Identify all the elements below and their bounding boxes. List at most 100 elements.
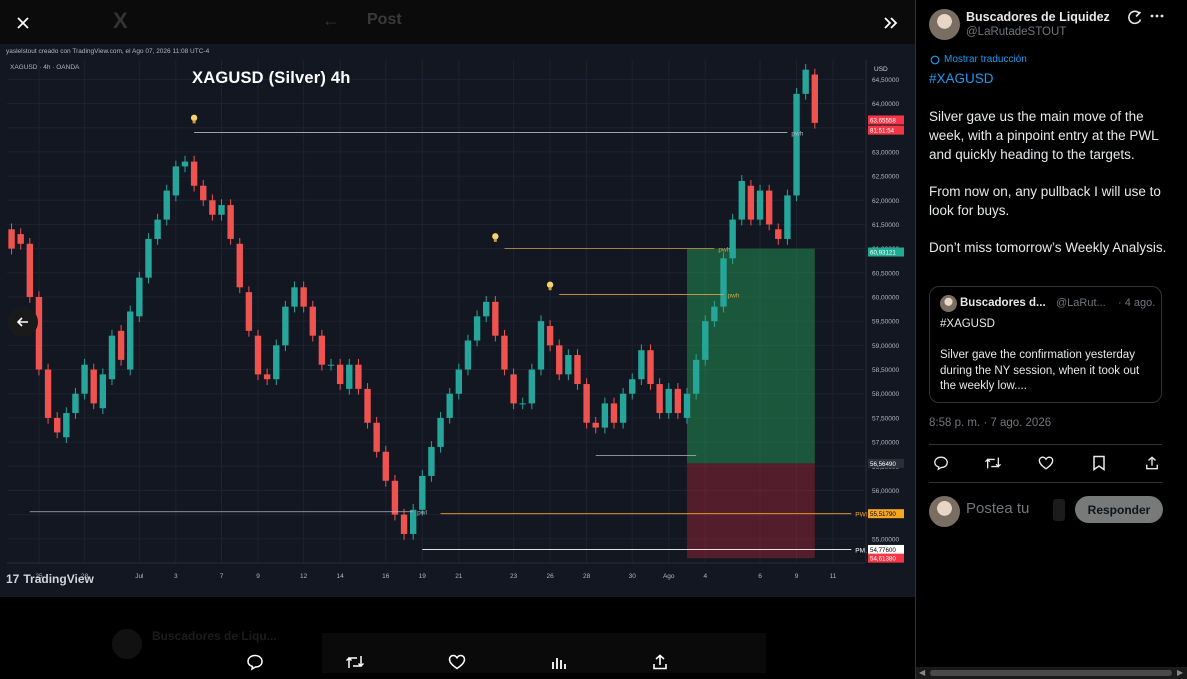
candle-body xyxy=(263,374,271,380)
candle-body xyxy=(8,229,15,249)
translate-link[interactable]: Mostrar traducción xyxy=(930,54,1027,65)
collapse-sidebar-button[interactable] xyxy=(876,8,906,38)
price-tag-label: 63,65558 xyxy=(870,117,896,124)
more-options-button[interactable] xyxy=(1147,8,1167,24)
candle-body xyxy=(254,335,262,375)
quoted-date: · 4 ago. xyxy=(1118,297,1156,309)
sidebar-bookmark-button[interactable] xyxy=(1089,453,1109,473)
user-avatar[interactable] xyxy=(929,496,960,527)
candle-body xyxy=(610,403,618,423)
candle-body xyxy=(145,238,152,278)
x-tick-label: 4 xyxy=(703,573,707,580)
x-tick-label: 7 xyxy=(220,573,224,580)
candle-body xyxy=(81,364,88,394)
tweet-timestamp[interactable]: 8:58 p. m. · 7 ago. 2026 xyxy=(929,417,1051,429)
x-tick-label: 3 xyxy=(174,573,178,580)
candle-body xyxy=(218,205,225,215)
candle-body xyxy=(382,451,389,481)
sidebar-like-button[interactable] xyxy=(1036,453,1056,473)
close-icon xyxy=(17,17,29,29)
close-button[interactable] xyxy=(8,8,38,38)
share-button[interactable] xyxy=(649,651,671,673)
candle-body xyxy=(419,475,426,510)
chart-image: pwh pwh pwh pwl PWL PML USD 64,50000 64,00000 63,… xyxy=(0,44,915,597)
candle-body xyxy=(163,190,170,220)
candle-body xyxy=(793,93,800,196)
candle-body xyxy=(63,413,70,438)
previous-image-button[interactable] xyxy=(8,307,38,337)
candle-body xyxy=(181,161,189,167)
candle-body xyxy=(200,185,207,201)
candle-body xyxy=(154,219,161,239)
y-tick-label: 60,00000 xyxy=(872,294,899,301)
candle-body xyxy=(245,292,253,331)
quoted-tweet-card[interactable]: Buscadores d... @LaRut... · 4 ago. #XAGU… xyxy=(929,286,1162,403)
candle-body xyxy=(473,316,481,341)
author-handle[interactable]: @LaRutadeSTOUT xyxy=(966,26,1066,38)
grok-button[interactable] xyxy=(1127,10,1143,26)
candle-body xyxy=(355,364,362,389)
tweet-text-paragraph-3: Don’t miss tomorrow’s Weekly Analysis. xyxy=(929,240,1167,255)
background-author: Buscadores de Liqu... xyxy=(152,629,277,643)
x-tick-label: 26 xyxy=(546,573,554,580)
candle-body xyxy=(327,364,335,366)
candle-body xyxy=(26,243,34,297)
candle-body xyxy=(17,234,24,244)
candle-body xyxy=(437,417,444,447)
scroll-right-icon[interactable]: ▶ xyxy=(1177,668,1183,677)
candle-body xyxy=(446,393,453,418)
candle-body xyxy=(409,509,417,534)
level-label: pwh xyxy=(718,247,730,254)
horizontal-scrollbar[interactable]: ◀ ▶ xyxy=(916,667,1187,679)
reply-submit-button[interactable]: Responder xyxy=(1075,496,1163,523)
candle-body xyxy=(592,422,599,428)
candle-body xyxy=(318,335,326,365)
sidebar-repost-button[interactable] xyxy=(983,453,1003,473)
sidebar-reply-button[interactable] xyxy=(931,453,951,473)
reply-input[interactable]: Postea tu xyxy=(966,500,1029,517)
author-name[interactable]: Buscadores de Liquidez xyxy=(966,10,1110,24)
candle-body xyxy=(364,388,371,423)
chart-author-line: yaslelstout creado con TradingView.com, … xyxy=(6,48,210,55)
repost-button[interactable] xyxy=(344,651,366,673)
sidebar-share-button[interactable] xyxy=(1142,453,1162,473)
candle-body xyxy=(683,393,691,418)
candle-body xyxy=(373,422,380,452)
candle-body xyxy=(528,369,536,404)
y-tick-label: 60,50000 xyxy=(872,270,899,277)
reply-input-scroll-stepper[interactable] xyxy=(1053,499,1065,521)
views-button[interactable] xyxy=(548,651,570,673)
reply-button[interactable] xyxy=(244,651,266,673)
candle-body xyxy=(99,374,107,409)
scrollbar-thumb[interactable] xyxy=(930,670,1172,676)
candle-body xyxy=(665,388,672,414)
tweet-panel: Buscadores de Liquidez @LaRutadeSTOUT Mo… xyxy=(915,0,1187,679)
quoted-text: Silver gave the confirmation yesterday d… xyxy=(940,349,1140,392)
candle-body xyxy=(108,335,116,380)
x-tick-label: 19 xyxy=(419,573,427,580)
candle-body xyxy=(619,393,627,423)
chart-title: XAGUSD (Silver) 4h xyxy=(192,69,351,87)
back-arrow-icon: ← xyxy=(322,10,340,30)
like-button[interactable] xyxy=(446,651,468,673)
y-tick-label: 55,00000 xyxy=(872,536,899,543)
candle-body xyxy=(583,384,590,423)
candle-body xyxy=(729,219,736,259)
x-tick-label: Ago xyxy=(663,573,675,580)
author-avatar[interactable] xyxy=(929,9,960,40)
arrow-left-icon xyxy=(16,317,28,327)
alert-bulb-icon xyxy=(546,281,554,288)
tweet-text-paragraph-2: From now on, any pullback I will use to … xyxy=(929,184,1161,218)
price-tag-label: 54,77600 xyxy=(870,547,896,554)
share-icon xyxy=(1146,456,1158,470)
candle-body xyxy=(273,345,280,380)
candle-body xyxy=(309,306,316,336)
candle-body xyxy=(336,364,344,385)
quoted-author-avatar xyxy=(940,295,957,312)
candle-body xyxy=(546,326,554,346)
hashtag-link[interactable]: #XAGUSD xyxy=(929,71,994,86)
scroll-left-icon[interactable]: ◀ xyxy=(919,668,925,677)
x-tick-label: 30 xyxy=(629,573,637,580)
candle-body xyxy=(346,364,353,389)
candle-body xyxy=(738,180,745,220)
